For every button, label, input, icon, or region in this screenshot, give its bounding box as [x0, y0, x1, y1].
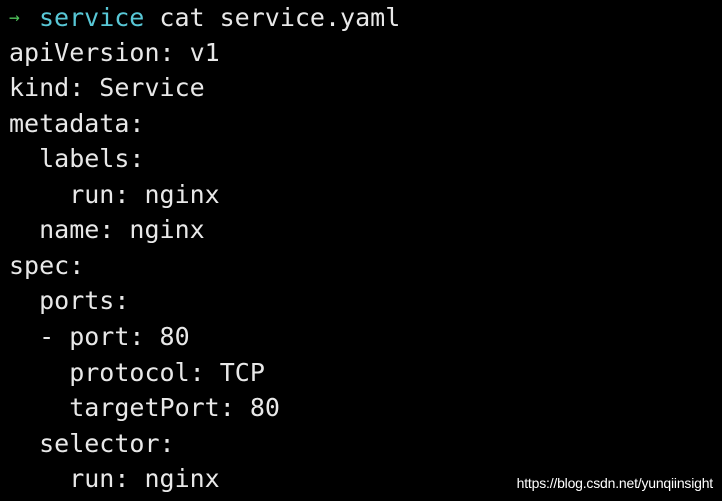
prompt-arrow-icon: → — [9, 7, 20, 28]
output-line: selector: — [9, 429, 175, 458]
prompt-command: cat service.yaml — [159, 3, 401, 32]
prompt-line: → service cat service.yaml — [9, 0, 400, 36]
output-line: - port: 80 — [9, 322, 190, 351]
output-line: metadata: — [9, 109, 145, 138]
prompt-directory: service — [39, 3, 145, 32]
output-line: kind: Service — [9, 73, 205, 102]
output-line: ports: — [9, 286, 130, 315]
output-line: apiVersion: v1 — [9, 38, 220, 67]
terminal-window: → service cat service.yaml apiVersion: v1… — [0, 0, 722, 501]
output-line: labels: — [9, 144, 145, 173]
output-line: spec: — [9, 251, 85, 280]
output-line: run: nginx — [9, 180, 220, 209]
output-line: run: nginx — [9, 464, 220, 493]
watermark-url: https://blog.csdn.net/yunqiinsight — [516, 475, 714, 491]
output-line: protocol: TCP — [9, 358, 265, 387]
output-line: targetPort: 80 — [9, 393, 280, 422]
output-line: name: nginx — [9, 215, 205, 244]
